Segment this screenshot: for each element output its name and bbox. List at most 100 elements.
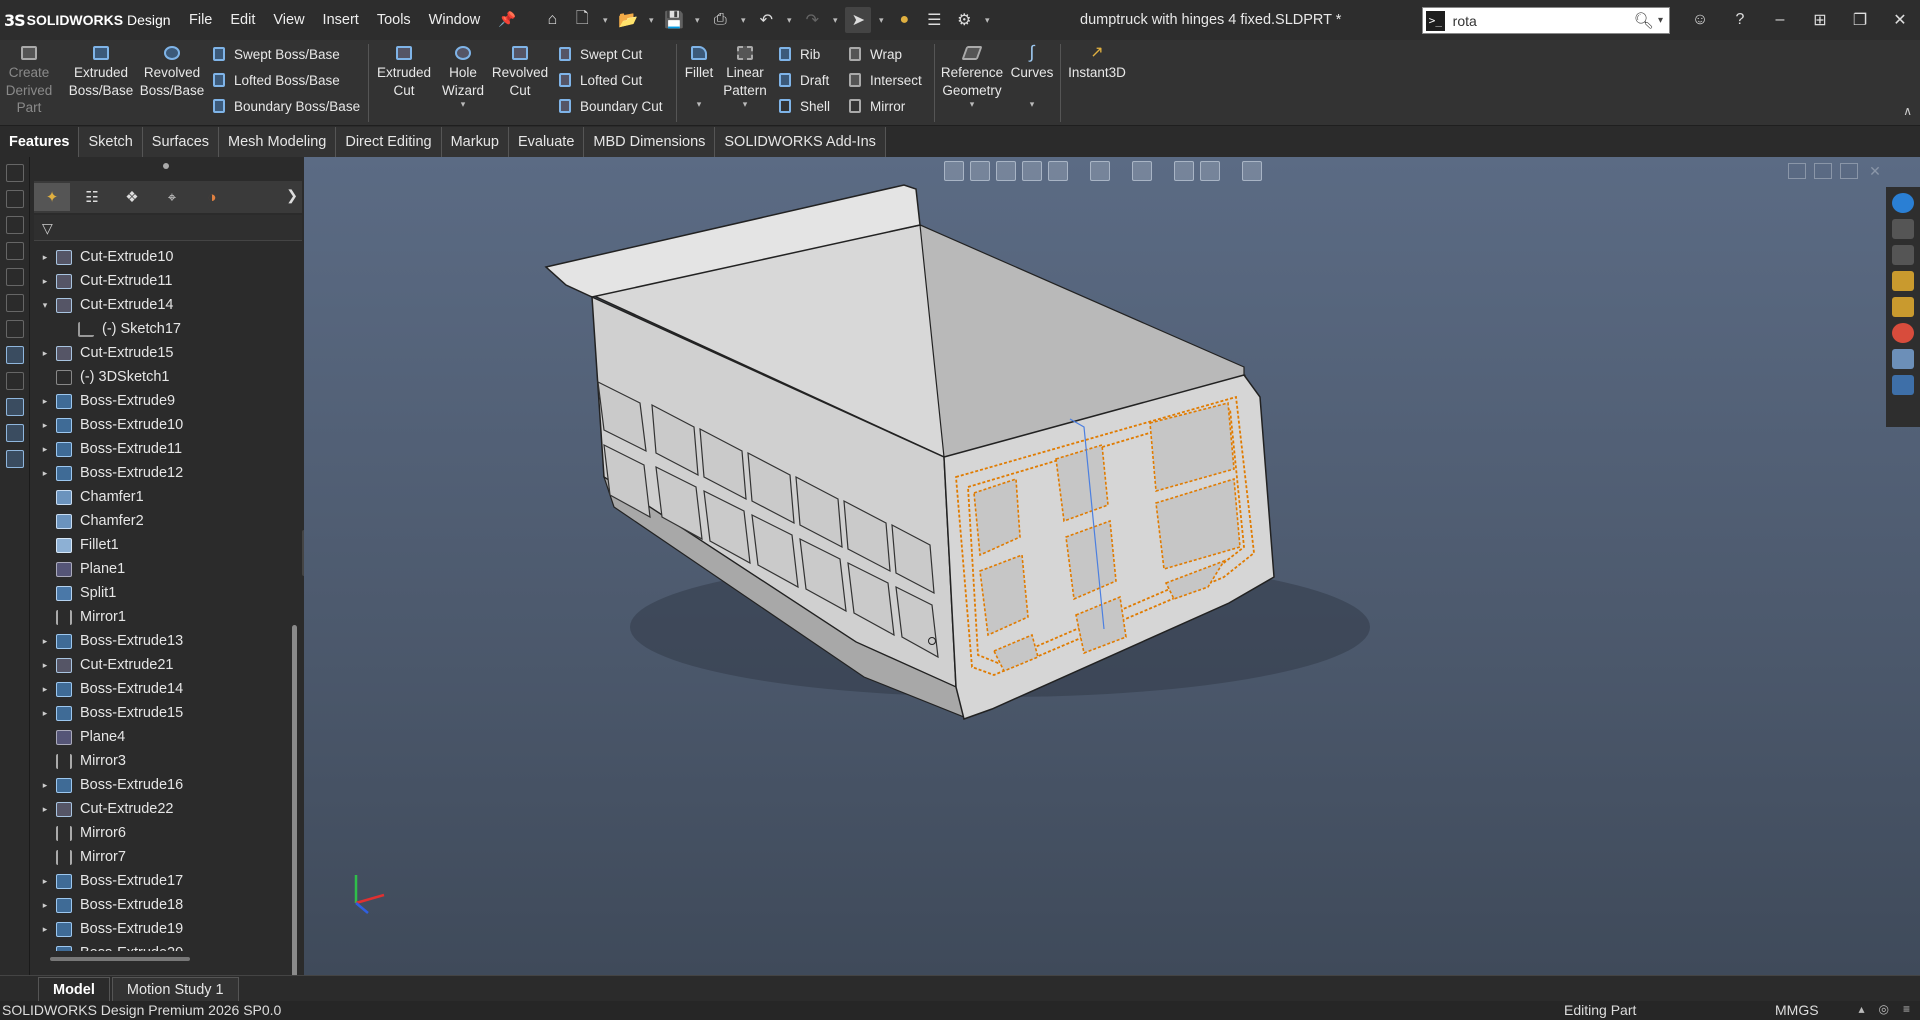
tree-item[interactable]: ▸ Cut-Extrude10 bbox=[34, 245, 282, 269]
lofted-boss-button[interactable]: Lofted Boss/Base bbox=[210, 69, 340, 91]
chevron-right-icon[interactable]: ❯ bbox=[286, 187, 298, 204]
options-dropdown-icon[interactable]: ▾ bbox=[981, 7, 993, 33]
tree-item[interactable]: Chamfer1 bbox=[34, 485, 282, 509]
instant3d-button[interactable]: ↗ Instant3D bbox=[1066, 44, 1128, 82]
home-icon[interactable]: ⌂ bbox=[539, 7, 565, 33]
expand-arrow-icon[interactable]: ▸ bbox=[34, 468, 56, 479]
strip-tool-icon[interactable] bbox=[6, 372, 24, 390]
expand-arrow-icon[interactable]: ▸ bbox=[34, 900, 56, 911]
tree-item[interactable]: Split1 bbox=[34, 581, 282, 605]
intersect-button[interactable]: Intersect bbox=[846, 69, 922, 91]
tree-item[interactable]: ▸ Boss-Extrude14 bbox=[34, 677, 282, 701]
strip-tool-icon[interactable] bbox=[6, 424, 24, 442]
property-manager-tab-icon[interactable]: ☷ bbox=[74, 183, 110, 211]
shell-button[interactable]: Shell bbox=[776, 95, 830, 117]
tree-item[interactable]: (-) Sketch17 bbox=[34, 317, 282, 341]
tree-item[interactable]: Plane1 bbox=[34, 557, 282, 581]
select-icon[interactable]: ➤ bbox=[845, 7, 872, 33]
minimize-icon[interactable]: – bbox=[1760, 11, 1800, 29]
menu-edit[interactable]: Edit bbox=[221, 0, 264, 40]
swept-cut-button[interactable]: Swept Cut bbox=[556, 43, 642, 65]
tree-horizontal-scrollbar[interactable] bbox=[50, 957, 190, 961]
filter-icon[interactable]: ▽ bbox=[34, 215, 302, 241]
tab-model[interactable]: Model bbox=[38, 977, 110, 1001]
draft-button[interactable]: Draft bbox=[776, 69, 829, 91]
tree-item[interactable]: ▸ Boss-Extrude16 bbox=[34, 773, 282, 797]
feature-manager-tab-icon[interactable]: ✦ bbox=[34, 183, 70, 211]
tree-item[interactable]: Mirror3 bbox=[34, 749, 282, 773]
expand-arrow-icon[interactable]: ▸ bbox=[34, 708, 56, 719]
strip-tool-icon[interactable] bbox=[6, 294, 24, 312]
lofted-cut-button[interactable]: Lofted Cut bbox=[556, 69, 642, 91]
tree-item[interactable]: ▸ Cut-Extrude22 bbox=[34, 797, 282, 821]
expand-arrow-icon[interactable]: ▸ bbox=[34, 636, 56, 647]
strip-tool-icon[interactable] bbox=[6, 268, 24, 286]
boundary-boss-button[interactable]: Boundary Boss/Base bbox=[210, 95, 360, 117]
tree-scrollbar[interactable] bbox=[288, 245, 302, 981]
tab-sketch[interactable]: Sketch bbox=[79, 127, 143, 157]
create-derived-part-button[interactable]: Create Derived Part bbox=[6, 44, 52, 117]
print-icon[interactable]: ⎙ bbox=[707, 7, 733, 33]
status-eye-icon[interactable]: ◎ bbox=[1879, 1002, 1889, 1016]
tree-item[interactable]: ▸ Boss-Extrude9 bbox=[34, 389, 282, 413]
tree-item[interactable]: ▸ Boss-Extrude19 bbox=[34, 917, 282, 941]
tree-item[interactable]: ▸ Cut-Extrude15 bbox=[34, 341, 282, 365]
tree-item[interactable]: ▸ Boss-Extrude12 bbox=[34, 461, 282, 485]
undo-icon[interactable]: ↶ bbox=[753, 7, 779, 33]
tab-direct-editing[interactable]: Direct Editing bbox=[336, 127, 442, 157]
open-icon[interactable]: 📂 bbox=[615, 7, 641, 33]
strip-tool-icon[interactable] bbox=[6, 242, 24, 260]
tab-mesh-modeling[interactable]: Mesh Modeling bbox=[219, 127, 337, 157]
boundary-cut-button[interactable]: Boundary Cut bbox=[556, 95, 663, 117]
extruded-cut-button[interactable]: Extruded Cut bbox=[376, 44, 432, 99]
tree-item[interactable]: ▸ Boss-Extrude15 bbox=[34, 701, 282, 725]
print-dropdown-icon[interactable]: ▾ bbox=[737, 7, 749, 33]
tree-item[interactable]: ▸ Boss-Extrude13 bbox=[34, 629, 282, 653]
dimxpert-manager-tab-icon[interactable]: ⌖ bbox=[154, 183, 190, 211]
expand-arrow-icon[interactable]: ▸ bbox=[34, 252, 56, 263]
tab-features[interactable]: Features bbox=[0, 127, 80, 157]
options-icon[interactable]: ⚙ bbox=[951, 7, 977, 33]
new-dropdown-icon[interactable]: ▾ bbox=[599, 7, 611, 33]
expand-arrow-icon[interactable]: ▸ bbox=[34, 396, 56, 407]
linear-pattern-button[interactable]: Linear Pattern ▾ bbox=[720, 44, 770, 111]
mirror-button[interactable]: Mirror bbox=[846, 95, 905, 117]
tile-icon[interactable]: ⊞ bbox=[1800, 10, 1840, 30]
hole-wizard-button[interactable]: Hole Wizard ▾ bbox=[440, 44, 486, 111]
tab-motion-study-1[interactable]: Motion Study 1 bbox=[111, 977, 239, 1001]
curves-dropdown-icon[interactable]: ▾ bbox=[1030, 99, 1035, 111]
collapse-ribbon-icon[interactable]: ∧ bbox=[1903, 104, 1912, 118]
dump-truck-bed-model[interactable] bbox=[304, 157, 1920, 975]
tree-item[interactable]: ▸ Boss-Extrude18 bbox=[34, 893, 282, 917]
tree-item[interactable]: Mirror7 bbox=[34, 845, 282, 869]
search-input[interactable] bbox=[1444, 9, 1634, 32]
save-icon[interactable]: 💾 bbox=[661, 7, 687, 33]
hole-wizard-dropdown-icon[interactable]: ▾ bbox=[461, 99, 466, 111]
extruded-boss-button[interactable]: Extruded Boss/Base bbox=[69, 44, 133, 99]
scrollbar-thumb[interactable] bbox=[292, 625, 297, 981]
reference-geometry-button[interactable]: Reference Geometry ▾ bbox=[940, 44, 1004, 111]
tree-item[interactable]: Plane4 bbox=[34, 725, 282, 749]
tree-item[interactable]: ▸ Boss-Extrude10 bbox=[34, 413, 282, 437]
tree-item[interactable]: ▸ Cut-Extrude21 bbox=[34, 653, 282, 677]
display-manager-tab-icon[interactable]: ◑ bbox=[194, 183, 230, 211]
tree-item[interactable]: ▸ Boss-Extrude17 bbox=[34, 869, 282, 893]
status-expand-icon[interactable]: ▴ bbox=[1858, 1002, 1864, 1016]
unit-system-selector[interactable]: MMGS bbox=[1775, 1002, 1819, 1018]
menu-file[interactable]: File bbox=[180, 0, 221, 40]
revolved-cut-button[interactable]: Revolved Cut bbox=[492, 44, 548, 99]
expand-arrow-icon[interactable]: ▾ bbox=[34, 300, 56, 311]
menu-window[interactable]: Window bbox=[420, 0, 490, 40]
undo-dropdown-icon[interactable]: ▾ bbox=[783, 7, 795, 33]
search-icon[interactable]: 🔍︎ bbox=[1634, 11, 1654, 31]
tree-item[interactable]: (-) 3DSketch1 bbox=[34, 365, 282, 389]
file-properties-icon[interactable]: ☰ bbox=[921, 7, 947, 33]
redo-icon[interactable]: ↷ bbox=[799, 7, 825, 33]
strip-tool-icon[interactable] bbox=[6, 346, 24, 364]
close-icon[interactable]: ✕ bbox=[1880, 10, 1920, 30]
pin-menu-icon[interactable]: 📌 bbox=[489, 0, 525, 40]
reference-geometry-dropdown-icon[interactable]: ▾ bbox=[970, 99, 975, 111]
new-document-icon[interactable]: 🗋 bbox=[569, 7, 595, 33]
expand-arrow-icon[interactable]: ▸ bbox=[34, 948, 56, 952]
menu-insert[interactable]: Insert bbox=[314, 0, 368, 40]
